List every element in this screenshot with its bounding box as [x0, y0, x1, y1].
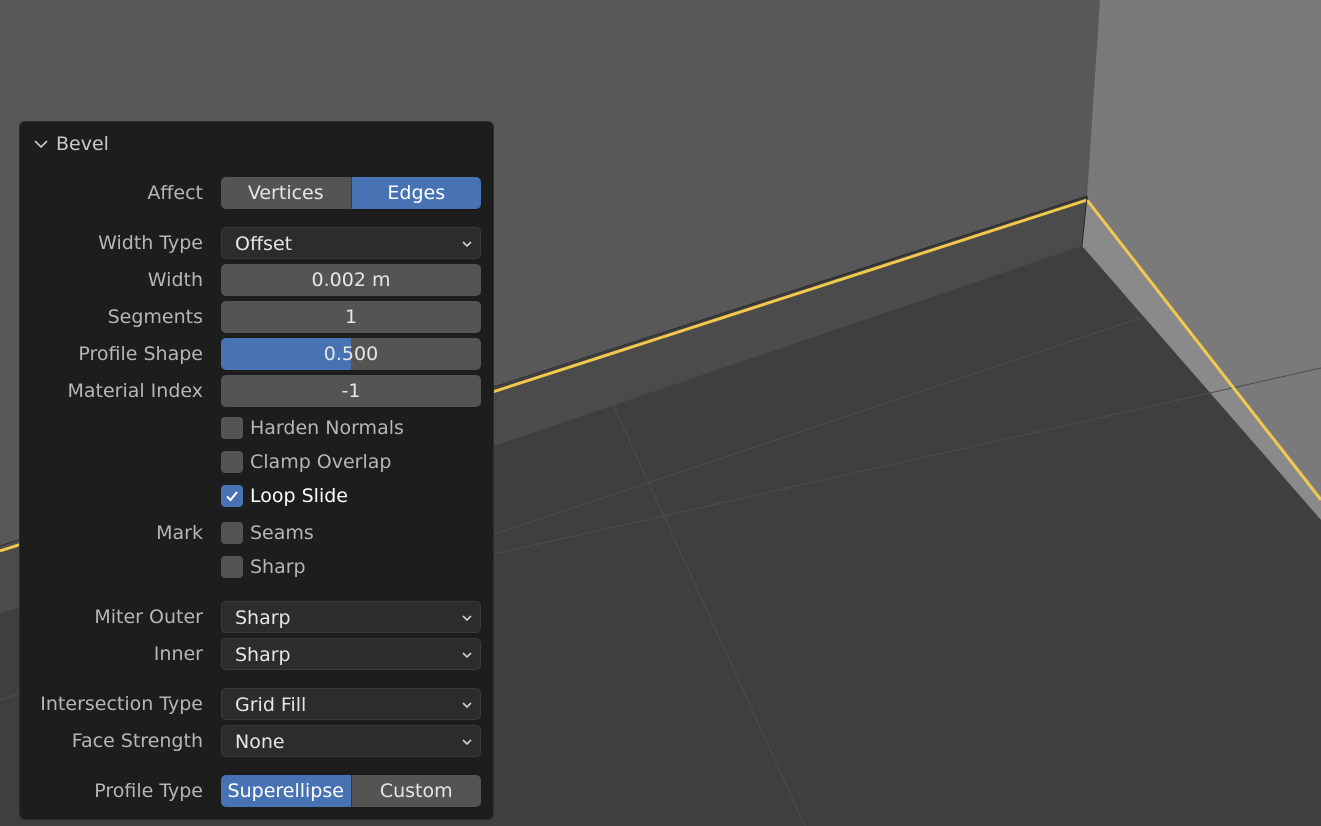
- clamp-overlap-checkbox[interactable]: Clamp Overlap: [221, 449, 391, 475]
- seams-label: Seams: [250, 522, 314, 544]
- chevron-down-icon: [462, 702, 472, 709]
- width-label: Width: [147, 269, 203, 291]
- mark-label: Mark: [156, 522, 203, 544]
- mark-seams-checkbox[interactable]: Seams: [221, 520, 314, 546]
- material-index-label: Material Index: [67, 380, 203, 402]
- chevron-down-icon: [462, 241, 472, 248]
- checkmark-icon: [226, 491, 238, 502]
- miter-outer-dropdown[interactable]: Sharp: [221, 601, 481, 633]
- face-strength-label: Face Strength: [71, 730, 203, 752]
- profile-type-toggle: Superellipse Custom: [221, 775, 481, 807]
- chevron-down-icon[interactable]: [32, 135, 50, 153]
- intersection-type-value: Grid Fill: [235, 694, 307, 716]
- profile-shape-slider[interactable]: 0.500: [221, 338, 481, 370]
- panel-header[interactable]: Bevel: [32, 132, 109, 156]
- material-index-field[interactable]: -1: [221, 375, 481, 407]
- chevron-down-icon: [462, 615, 472, 622]
- width-field[interactable]: 0.002 m: [221, 264, 481, 296]
- segments-field[interactable]: 1: [221, 301, 481, 333]
- loop-slide-label: Loop Slide: [250, 485, 348, 507]
- face-strength-dropdown[interactable]: None: [221, 725, 481, 757]
- chevron-down-icon: [462, 739, 472, 746]
- chevron-down-icon: [462, 652, 472, 659]
- profile-type-superellipse-button[interactable]: Superellipse: [221, 775, 351, 807]
- checkbox-box: [221, 522, 243, 544]
- face-strength-value: None: [235, 731, 285, 753]
- checkbox-box: [221, 417, 243, 439]
- segments-label: Segments: [107, 306, 203, 328]
- profile-shape-value: 0.500: [323, 343, 379, 365]
- miter-inner-dropdown[interactable]: Sharp: [221, 638, 481, 670]
- intersection-type-dropdown[interactable]: Grid Fill: [221, 688, 481, 720]
- loop-slide-checkbox[interactable]: Loop Slide: [221, 483, 348, 509]
- profile-type-label: Profile Type: [94, 780, 203, 802]
- profile-shape-label: Profile Shape: [78, 343, 203, 365]
- panel-title: Bevel: [56, 133, 109, 155]
- width-type-dropdown[interactable]: Offset: [221, 227, 481, 259]
- miter-outer-value: Sharp: [235, 607, 291, 629]
- intersection-type-label: Intersection Type: [40, 693, 203, 715]
- checkbox-box: [221, 485, 243, 507]
- miter-outer-label: Miter Outer: [94, 606, 203, 628]
- clamp-overlap-label: Clamp Overlap: [250, 451, 392, 473]
- miter-inner-value: Sharp: [235, 644, 291, 666]
- width-type-value: Offset: [235, 233, 293, 255]
- mark-sharp-checkbox[interactable]: Sharp: [221, 554, 306, 580]
- checkbox-box: [221, 451, 243, 473]
- sharp-label: Sharp: [250, 556, 306, 578]
- checkbox-box: [221, 556, 243, 578]
- width-type-label: Width Type: [98, 232, 203, 254]
- harden-normals-label: Harden Normals: [250, 417, 404, 439]
- affect-edges-button[interactable]: Edges: [350, 177, 481, 209]
- miter-inner-label: Inner: [153, 643, 203, 665]
- profile-type-custom-button[interactable]: Custom: [350, 775, 481, 807]
- affect-label: Affect: [147, 182, 203, 204]
- bevel-operator-panel: Bevel Affect Vertices Edges Width Type O…: [19, 121, 494, 820]
- affect-toggle: Vertices Edges: [221, 177, 481, 209]
- affect-vertices-button[interactable]: Vertices: [221, 177, 351, 209]
- harden-normals-checkbox[interactable]: Harden Normals: [221, 415, 404, 441]
